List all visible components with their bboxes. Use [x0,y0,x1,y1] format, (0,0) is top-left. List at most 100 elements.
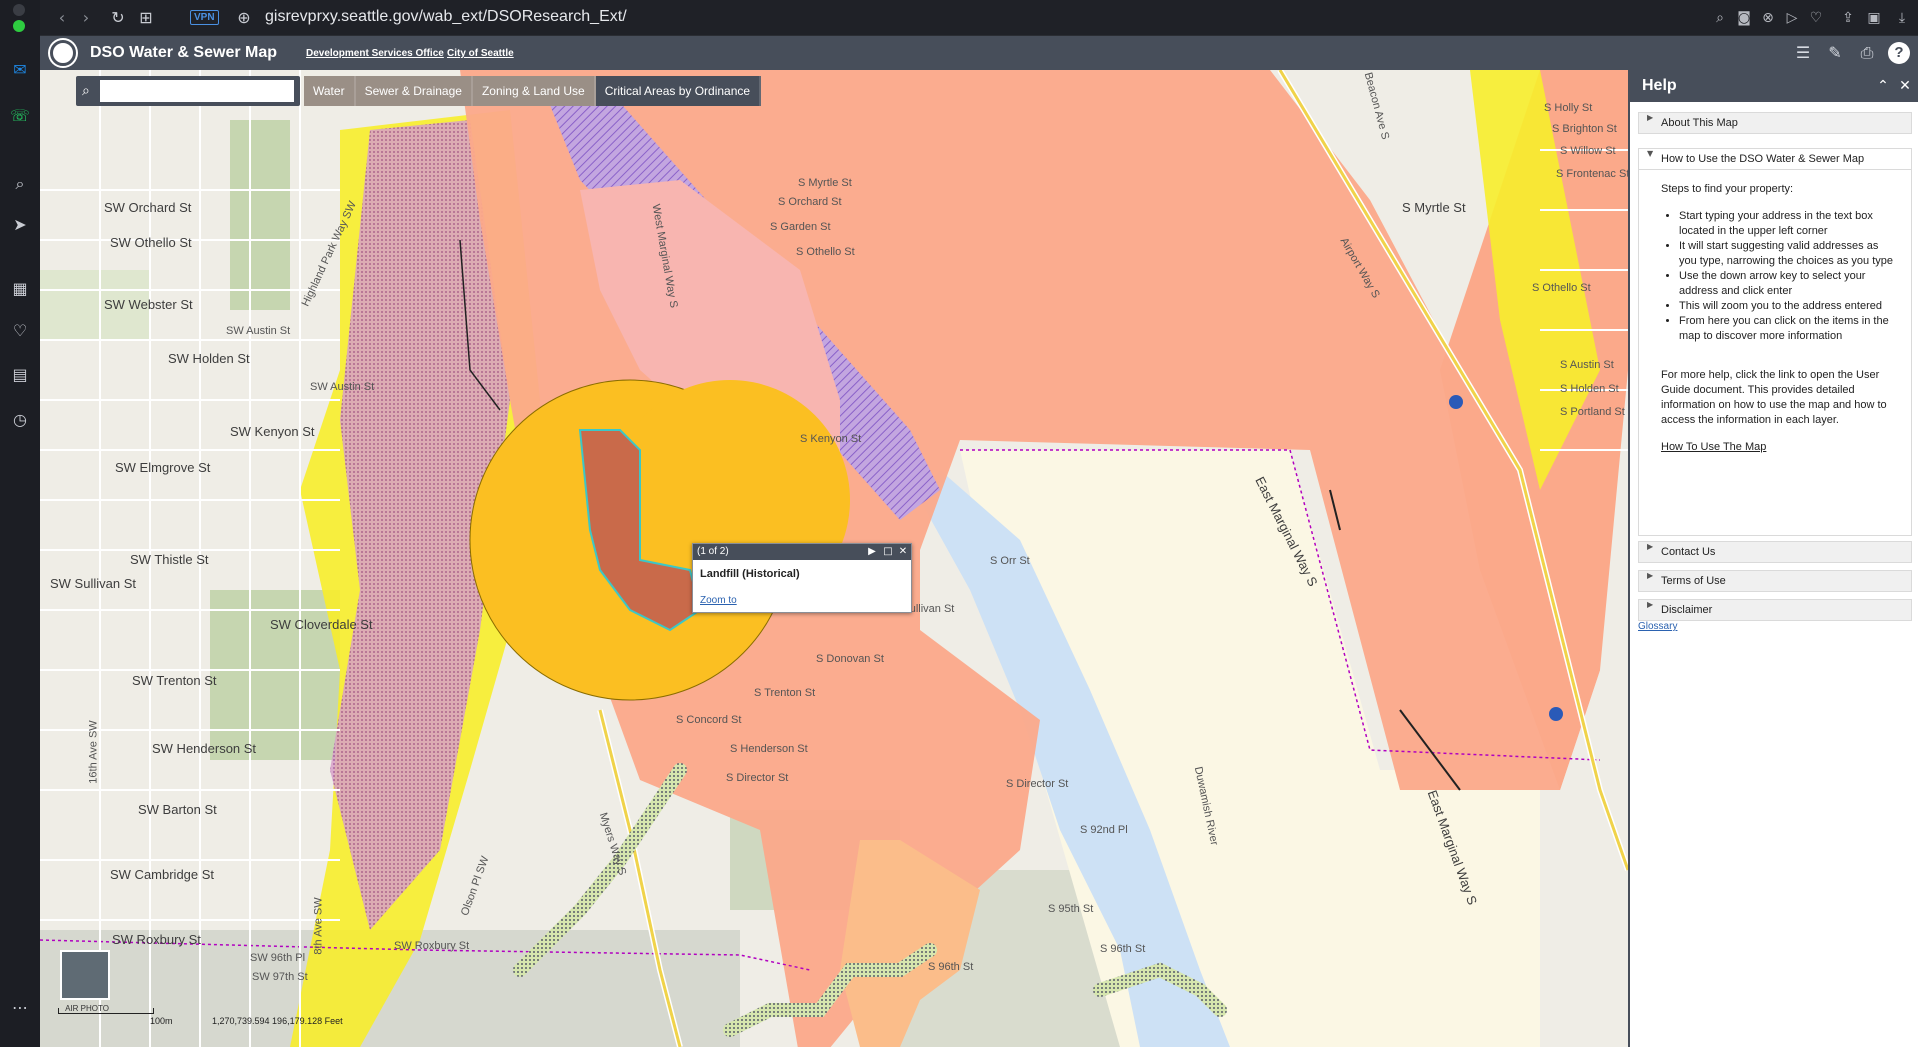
section-about[interactable]: ▶ About This Map [1638,112,1912,134]
tabs-grid-icon[interactable]: ▦ [8,277,32,301]
section-how-to-use[interactable]: ▼ How to Use the DSO Water & Sewer Map [1638,148,1912,170]
section-contact[interactable]: ▶ Contact Us [1638,541,1912,563]
more-icon[interactable]: ⋯ [8,996,32,1020]
search-icon[interactable]: ⌕ [8,172,32,196]
street-label: S Donovan St [816,653,884,665]
street-label: S 96th St [1100,943,1146,955]
scale-label: 100m [150,1016,173,1026]
snapshot-icon[interactable]: ▣ [1862,6,1886,30]
street-label: S 92nd Pl [1080,824,1128,836]
steps-intro: Steps to find your property: [1661,183,1794,195]
send-page-icon[interactable]: ▷ [1780,6,1804,30]
section-label: About This Map [1661,117,1738,129]
street-label: SW Barton St [138,802,217,817]
popup-title: Landfill (Historical) [700,568,800,580]
messenger-icon[interactable]: ✉ [8,58,32,82]
send-icon[interactable]: ➤ [8,213,32,237]
browser-toolbar: ‹ › ↻ ⊞ VPN ⊕ gisrevprxy.seattle.gov/wab… [40,0,1918,36]
feature-popup: (1 of 2) ▶ □ ✕ Landfill (Historical) Zoo… [692,543,912,613]
street-label: SW Trenton St [132,673,217,688]
tab-water[interactable]: Water [304,76,356,106]
tab-zoning-land-use[interactable]: Zoning & Land Use [472,76,596,106]
window-zoom-dot[interactable] [13,20,25,32]
street-label: S 95th St [1048,903,1094,915]
street-label: SW Austin St [310,381,375,393]
address-search-input[interactable] [100,80,294,102]
street-label: SW Webster St [104,297,193,312]
measure-icon[interactable]: ✎ [1823,42,1847,64]
street-label: SW Roxbury St [112,932,201,947]
how-to-use-content: Steps to find your property: Start typin… [1638,170,1912,536]
steps-list: Start typing your address in the text bo… [1679,209,1899,344]
whatsapp-icon[interactable]: ☏ [8,104,32,128]
print-icon[interactable]: ⎙ [1855,42,1879,64]
bookmark-heart-icon[interactable]: ♡ [1804,6,1828,30]
layer-tabs: Water Sewer & Drainage Zoning & Land Use… [304,76,762,106]
expand-arrow-icon: ▶ [1647,113,1654,122]
site-info-icon[interactable]: ⊕ [232,6,256,30]
street-label: S Othello St [796,246,855,258]
step-item: Start typing your address in the text bo… [1679,209,1899,239]
street-label: SW Henderson St [152,741,257,756]
expand-arrow-icon: ▶ [1647,600,1654,609]
share-icon[interactable]: ⇪ [1836,6,1860,30]
street-label: S Brighton St [1552,123,1617,135]
user-guide-link[interactable]: How To Use The Map [1661,440,1899,455]
layer-list-icon[interactable]: ☰ [1791,42,1815,64]
street-label: SW 97th St [252,971,308,983]
history-icon[interactable]: ◷ [8,408,32,432]
step-item: From here you can click on the items in … [1679,314,1899,344]
scale-bar [58,1008,154,1014]
block-icon[interactable]: ⊗ [1756,6,1780,30]
basemap-toggle[interactable]: AIR PHOTO [60,950,110,1013]
step-item: This will zoom you to the address entere… [1679,299,1899,314]
street-label: 16th Ave SW [87,720,100,784]
section-label: Contact Us [1661,546,1716,558]
more-help-text: For more help, click the link to open th… [1661,369,1887,426]
download-icon[interactable]: ⤓ [1890,6,1914,30]
heart-icon[interactable]: ♡ [8,319,32,343]
reader-icon[interactable]: ▤ [8,363,32,387]
step-item: Use the down arrow key to select your ad… [1679,269,1899,299]
street-label: S 96th St [928,961,974,973]
window-close-dot[interactable] [13,4,25,16]
next-feature-icon[interactable]: ▶ [865,545,879,559]
street-label: SW Holden St [168,351,250,366]
address-bar[interactable]: gisrevprxy.seattle.gov/wab_ext/DSOResear… [265,8,627,26]
dso-link[interactable]: Development Services Office [306,48,444,59]
app-title: DSO Water & Sewer Map [90,44,278,61]
zoom-icon[interactable]: ⌕ [1708,6,1732,30]
maximize-icon[interactable]: □ [881,545,895,559]
map-view[interactable]: SW Orchard St SW Othello St SW Webster S… [40,70,1628,1047]
reload-icon[interactable]: ↻ [106,6,130,30]
street-label: S Willow St [1560,145,1616,157]
back-icon[interactable]: ‹ [50,6,74,30]
forward-icon[interactable]: › [74,6,98,30]
street-label: SW Austin St [226,325,291,337]
city-of-seattle-link[interactable]: City of Seattle [447,48,514,59]
search-icon: ⌕ [82,83,90,99]
section-label: Terms of Use [1661,575,1726,587]
popup-header: (1 of 2) ▶ □ ✕ [693,544,911,560]
vpn-badge[interactable]: VPN [190,10,219,25]
glossary-link[interactable]: Glossary [1638,621,1677,632]
tab-sewer-drainage[interactable]: Sewer & Drainage [355,76,473,106]
help-icon[interactable]: ? [1888,42,1910,64]
popup-counter: (1 of 2) [697,546,729,557]
close-icon[interactable]: ✕ [1896,70,1914,102]
step-item: It will start suggesting valid addresses… [1679,239,1899,269]
tab-critical-areas[interactable]: Critical Areas by Ordinance [595,76,762,106]
section-label: Disclaimer [1661,604,1713,616]
tab-tiles-icon[interactable]: ⊞ [134,6,158,30]
street-label: S Austin St [1560,359,1614,371]
street-label: S Director St [1006,778,1069,790]
close-icon[interactable]: ✕ [896,545,910,559]
collapse-icon[interactable]: ⌃ [1874,70,1892,102]
street-label: SW 96th Pl [250,952,306,964]
street-label: S Myrtle St [1402,200,1466,215]
street-label: SW Cloverdale St [270,617,373,632]
section-terms[interactable]: ▶ Terms of Use [1638,570,1912,592]
section-disclaimer[interactable]: ▶ Disclaimer [1638,599,1912,621]
camera-icon[interactable]: ◙ [1732,6,1756,30]
zoom-to-link[interactable]: Zoom to [700,595,737,606]
